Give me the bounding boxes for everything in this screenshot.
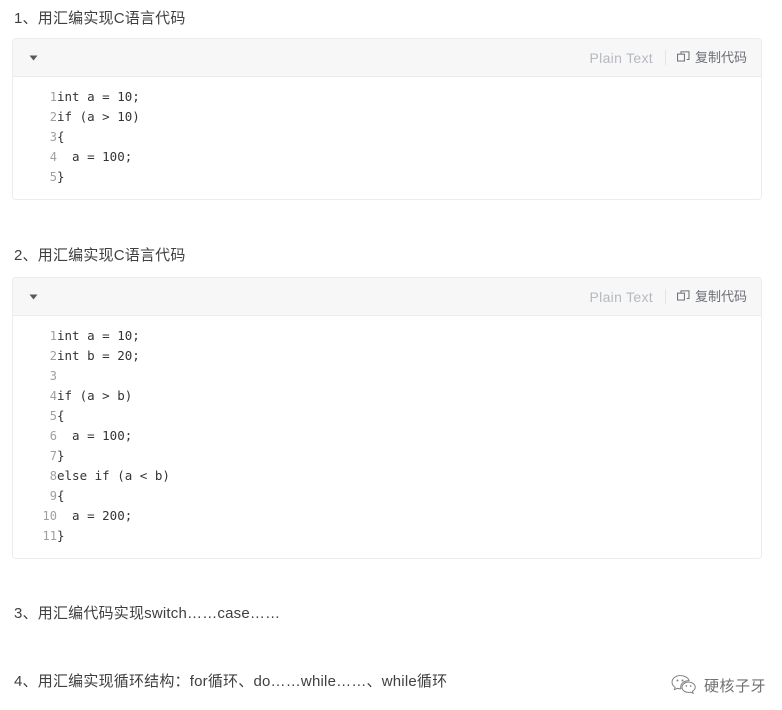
line-content: { xyxy=(57,129,65,144)
code-block-1-body[interactable]: 1 int a = 10; 2 if (a > 10) 3 { 4 a = 10… xyxy=(13,77,761,199)
code-line: 3 xyxy=(13,366,761,386)
watermark: 硬核子牙 xyxy=(671,674,766,696)
code-line: 2 int b = 20; xyxy=(13,346,761,366)
copy-code-button[interactable]: 复制代码 xyxy=(677,51,747,64)
code-block-1: Plain Text 复制代码 1 int a = 10; 2 if (a > … xyxy=(12,38,762,200)
line-content: } xyxy=(57,169,65,184)
copy-code-button[interactable]: 复制代码 xyxy=(677,290,747,303)
line-content xyxy=(57,366,761,386)
line-number: 3 xyxy=(49,130,57,144)
code-lines-table: 1 int a = 10; 2 if (a > 10) 3 { 4 a = 10… xyxy=(13,87,761,187)
line-number: 7 xyxy=(49,449,57,463)
line-number: 9 xyxy=(49,489,57,503)
section-heading-4: 4、用汇编实现循环结构：for循环、do……while……、while循环 xyxy=(14,673,448,690)
wechat-icon xyxy=(671,675,696,694)
code-line: 1 int a = 10; xyxy=(13,326,761,346)
code-line: 5 { xyxy=(13,406,761,426)
header-divider xyxy=(664,289,666,304)
line-number: 8 xyxy=(49,469,57,483)
line-number: 4 xyxy=(49,389,57,403)
watermark-label: 硬核子牙 xyxy=(703,677,766,695)
line-content: a = 100; xyxy=(57,428,133,443)
line-content: if (a > 10) xyxy=(57,109,140,124)
copy-code-label: 复制代码 xyxy=(694,50,747,65)
code-line: 1 int a = 10; xyxy=(13,87,761,107)
copy-icon xyxy=(677,51,690,62)
code-language-label: Plain Text xyxy=(589,288,653,305)
header-divider xyxy=(664,50,666,65)
code-line: 2 if (a > 10) xyxy=(13,107,761,127)
line-number: 1 xyxy=(49,329,57,343)
code-language-label: Plain Text xyxy=(589,49,653,66)
code-block-2: Plain Text 复制代码 1 int a = 10; 2 int b = … xyxy=(12,277,762,559)
line-number: 6 xyxy=(49,429,57,443)
caret-down-icon[interactable] xyxy=(25,50,41,66)
code-line: 8 else if (a < b) xyxy=(13,466,761,486)
code-block-1-header: Plain Text 复制代码 xyxy=(13,39,761,77)
line-number: 2 xyxy=(49,349,57,363)
line-content: int a = 10; xyxy=(57,328,140,343)
line-number: 11 xyxy=(42,529,57,543)
code-block-2-header: Plain Text 复制代码 xyxy=(13,278,761,316)
section-heading-1: 1、用汇编实现C语言代码 xyxy=(14,10,186,27)
line-content: { xyxy=(57,408,65,423)
code-line: 7 } xyxy=(13,446,761,466)
line-content: if (a > b) xyxy=(57,388,133,403)
copy-icon xyxy=(677,290,690,301)
line-content: } xyxy=(57,528,65,543)
code-line: 9 { xyxy=(13,486,761,506)
code-line: 4 a = 100; xyxy=(13,147,761,167)
line-content: { xyxy=(57,488,65,503)
line-content: int a = 10; xyxy=(57,89,140,104)
code-line: 6 a = 100; xyxy=(13,426,761,446)
copy-code-label: 复制代码 xyxy=(694,289,747,304)
line-number: 1 xyxy=(49,90,57,104)
code-line: 4 if (a > b) xyxy=(13,386,761,406)
line-content: int b = 20; xyxy=(57,348,140,363)
line-number: 10 xyxy=(42,509,57,523)
caret-down-icon[interactable] xyxy=(25,289,41,305)
section-heading-2: 2、用汇编实现C语言代码 xyxy=(14,247,186,264)
code-line: 5 } xyxy=(13,167,761,187)
code-line: 10 a = 200; xyxy=(13,506,761,526)
code-lines-table: 1 int a = 10; 2 int b = 20; 3 4 if (a > … xyxy=(13,326,761,546)
line-content: a = 100; xyxy=(57,149,133,164)
line-number: 3 xyxy=(49,369,57,383)
code-line: 11 } xyxy=(13,526,761,546)
line-number: 5 xyxy=(49,409,57,423)
line-number: 2 xyxy=(49,110,57,124)
code-block-2-body[interactable]: 1 int a = 10; 2 int b = 20; 3 4 if (a > … xyxy=(13,316,761,558)
section-heading-3: 3、用汇编代码实现switch……case…… xyxy=(14,605,281,622)
line-content: else if (a < b) xyxy=(57,468,170,483)
line-content: a = 200; xyxy=(57,508,133,523)
article-page: 1、用汇编实现C语言代码 Plain Text 复制代码 1 int a = 1… xyxy=(0,0,782,710)
line-number: 4 xyxy=(49,150,57,164)
line-content: } xyxy=(57,448,65,463)
code-line: 3 { xyxy=(13,127,761,147)
line-number: 5 xyxy=(49,170,57,184)
